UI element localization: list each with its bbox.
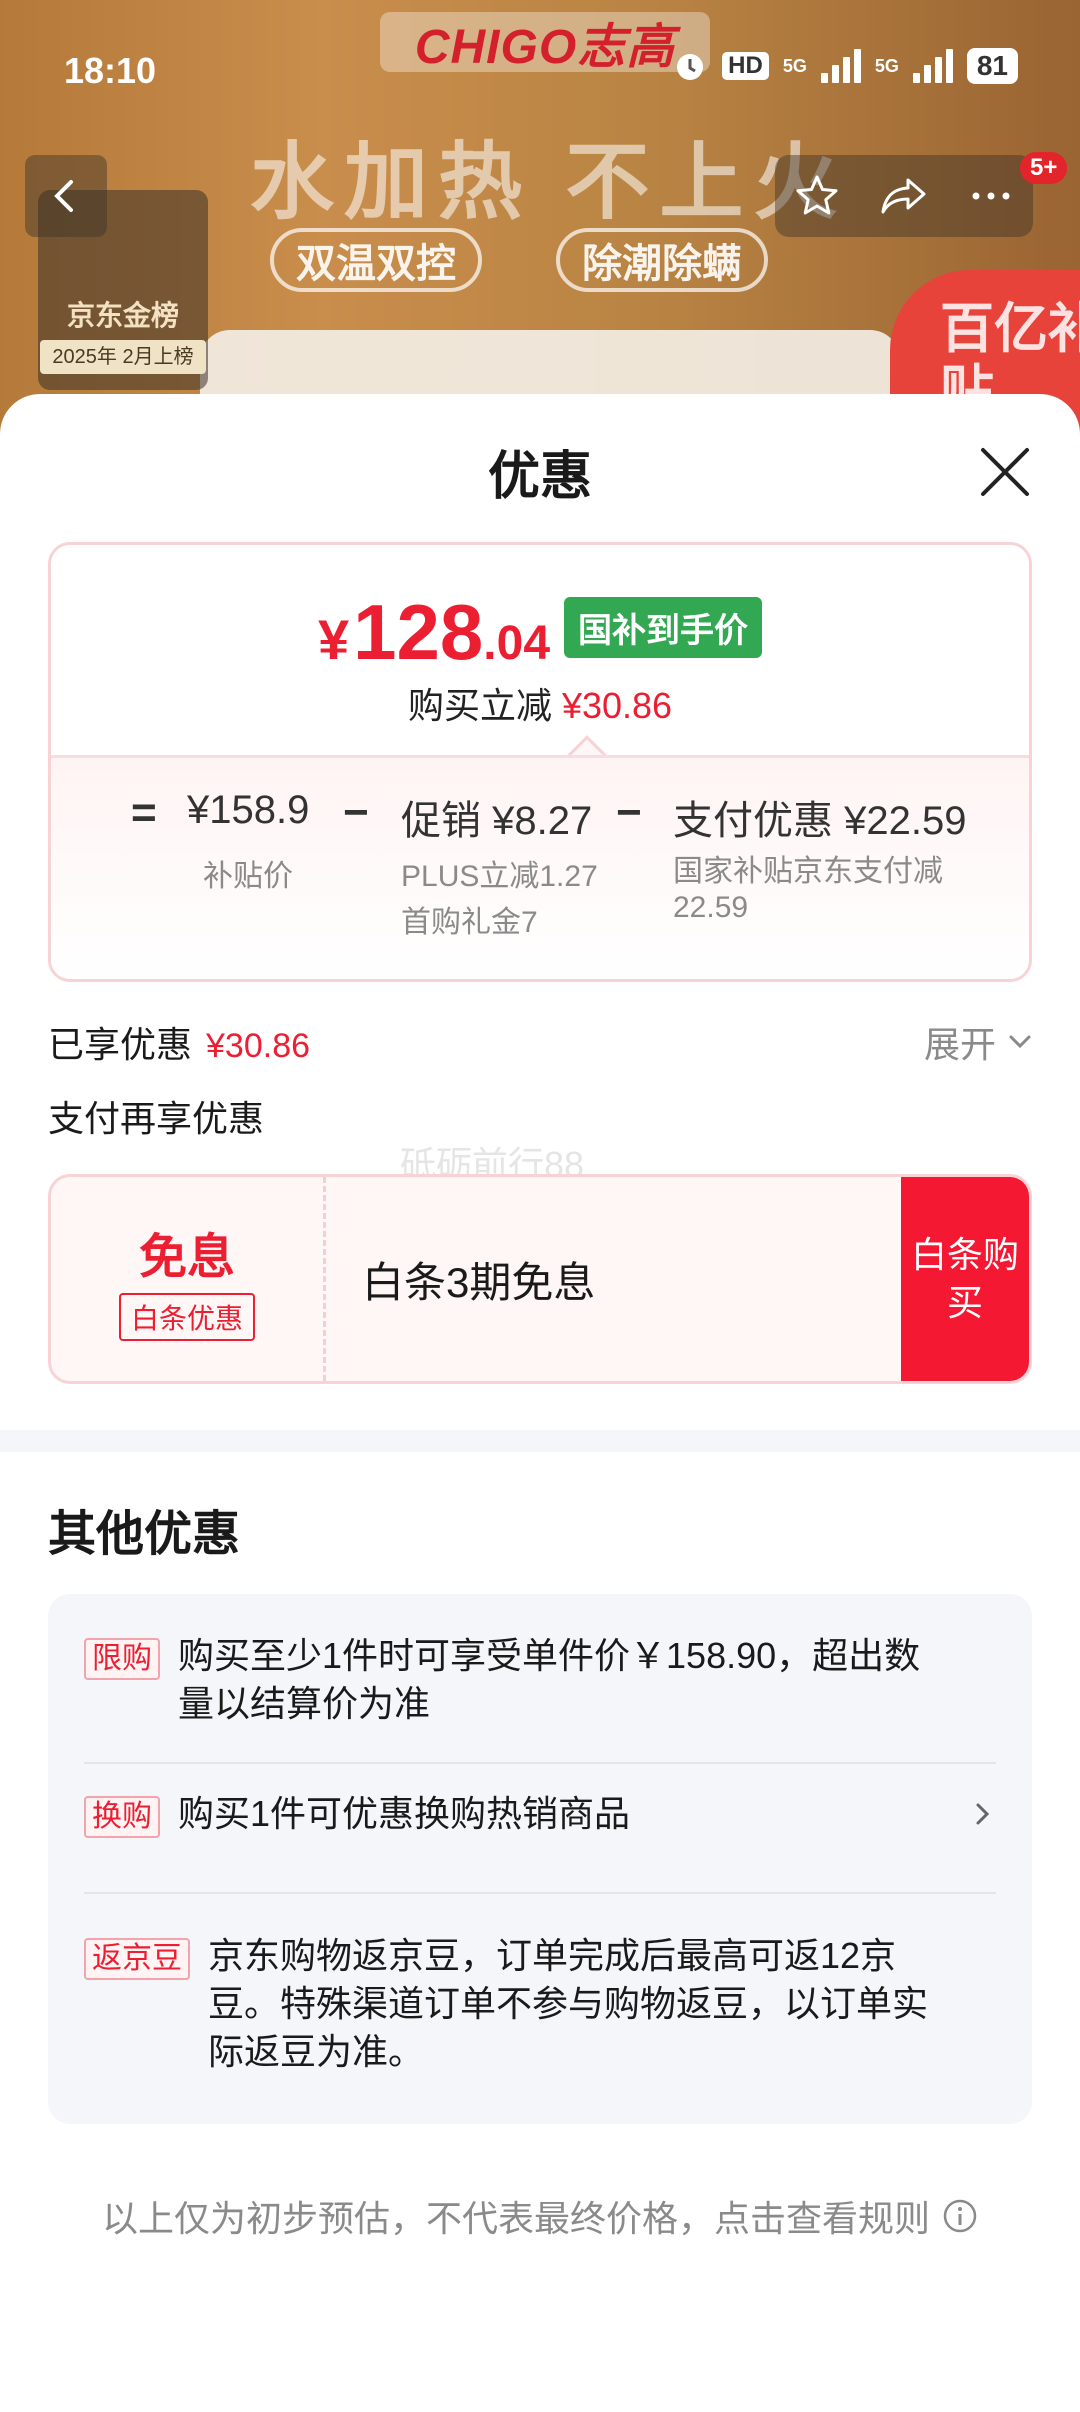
enjoyed-amount: ¥30.86 [206, 1027, 311, 1065]
promo-detail-plus: PLUS立减1.27 [401, 860, 598, 893]
offer-exchange[interactable]: 换购 购买1件可优惠换购热销商品 [84, 1790, 996, 1838]
offer-jingdou: 返京豆 京东购物返京豆，订单完成后最高可返12京豆。特殊渠道订单不参与购物返豆，… [84, 1932, 996, 2076]
close-button[interactable] [965, 432, 1045, 512]
offer-limit: 限购 购买至少1件时可享受单件价￥158.90，超出数量以结算价为准 [84, 1632, 996, 1728]
formula-equals: = [131, 788, 157, 837]
baitiao-left: 免息 白条优惠 [51, 1177, 326, 1381]
subsidy-price-tag: 国补到手价 [564, 597, 763, 658]
battery-indicator: 81 [966, 48, 1018, 84]
expand-label: 展开 [923, 1024, 996, 1065]
formula-minus-2: − [616, 788, 642, 837]
interest-free-label: 免息 [138, 1231, 235, 1284]
status-bar: 18:10 HD 5G 5G 81 [0, 0, 1080, 140]
price-integer: 128 [353, 588, 484, 676]
banner-feature-2: 除潮除螨 [556, 228, 768, 292]
offer-text: 购买至少1件时可享受单件价￥158.90，超出数量以结算价为准 [178, 1635, 921, 1724]
offer-divider [84, 1762, 996, 1764]
message-badge: 5+ [1020, 152, 1068, 184]
final-price: ¥ 128 .04 [318, 593, 550, 672]
offer-tag: 换购 [84, 1796, 160, 1838]
pay-detail: 国家补贴京东支付减22.59 [673, 855, 943, 924]
offer-text: 京东购物返京豆，订单完成后最高可返12京豆。特殊渠道订单不参与购物返豆，以订单实… [208, 1935, 929, 2072]
footnote-text: 以上仅为初步预估，不代表最终价格，点击查看规则 [101, 2198, 930, 2239]
sheet-title: 优惠 [487, 448, 592, 506]
rules-footnote[interactable]: 以上仅为初步预估，不代表最终价格，点击查看规则 [0, 2190, 1080, 2242]
alarm-icon [677, 54, 704, 80]
chevron-right-icon [976, 1803, 990, 1825]
pay-amount: ¥22.59 [844, 799, 967, 843]
formula-minus-1: − [343, 788, 369, 837]
price-decimal: .04 [483, 617, 551, 670]
share-icon[interactable] [878, 172, 930, 220]
baitiao-buy-button[interactable]: 白条购买 [901, 1177, 1029, 1381]
chevron-down-icon [1009, 1035, 1031, 1049]
close-icon [981, 448, 1029, 496]
enjoyed-label: 已享优惠 [48, 1024, 193, 1065]
final-price-row: ¥ 128 .04 国补到手价 [51, 593, 1029, 672]
promo-detail-first: 首购礼金7 [401, 906, 538, 939]
discount-sheet: 优惠 ¥ 128 .04 国补到手价 购买立减 ¥30.86 = ¥158.9 − [0, 394, 1080, 2412]
jd-gold-sub: 2025年 2月上榜 [40, 340, 206, 374]
signal-icon-1 [820, 49, 861, 83]
offer-tag: 限购 [84, 1638, 160, 1680]
formula-promo: 促销 ¥8.27 [401, 788, 592, 846]
offer-tag: 返京豆 [84, 1938, 190, 1980]
price-summary: ¥ 128 .04 国补到手价 购买立减 ¥30.86 [51, 545, 1029, 775]
base-label: 补贴价 [203, 860, 293, 893]
other-offers-box: 限购 购买至少1件时可享受单件价￥158.90，超出数量以结算价为准 换购 购买… [48, 1594, 1032, 2124]
other-offers-title: 其他优惠 [48, 1508, 241, 1561]
star-icon[interactable] [793, 172, 841, 220]
expand-button[interactable]: 展开 [924, 1016, 1034, 1068]
status-icons: HD 5G 5G 81 [672, 48, 1018, 84]
enjoyed-discount: 已享优惠 ¥30.86 [48, 1016, 310, 1068]
formula-base-amount: ¥158.9 [187, 788, 310, 832]
back-button[interactable] [25, 155, 107, 237]
baitiao-desc: 白条3期免息 [362, 1258, 596, 1306]
price-breakdown-card: ¥ 128 .04 国补到手价 购买立减 ¥30.86 = ¥158.9 − 促销… [48, 542, 1032, 982]
network-5g-1: 5G [782, 55, 807, 76]
price-currency: ¥ [317, 608, 350, 671]
promo-details: PLUS立减1.27 首购礼金7 [401, 854, 598, 946]
hd-icon: HD [722, 52, 769, 80]
banner-feature-1: 双温双控 [270, 228, 482, 292]
instant-reduce-row: 购买立减 ¥30.86 [51, 677, 1029, 729]
offer-text: 购买1件可优惠换购热销商品 [178, 1793, 631, 1834]
reduce-label: 购买立减 [407, 685, 552, 726]
promo-label: 促销 [401, 799, 481, 843]
top-action-group [775, 155, 1033, 237]
pay-again-label: 支付再享优惠 [48, 1098, 265, 1139]
promo-amount: ¥8.27 [492, 799, 593, 843]
formula-pay: 支付优惠 ¥22.59 [673, 788, 966, 846]
signal-icon-2 [912, 49, 953, 83]
baitiao-card[interactable]: 免息 白条优惠 白条3期免息 白条购买 [48, 1174, 1032, 1384]
reduce-amount: ¥30.86 [561, 685, 673, 726]
jd-gold-title: 京东金榜 [66, 300, 179, 331]
info-icon [943, 2199, 977, 2233]
status-time: 18:10 [64, 50, 157, 91]
price-formula: = ¥158.9 − 促销 ¥8.27 − 支付优惠 ¥22.59 补贴价 PL… [51, 755, 1029, 979]
chevron-left-icon [54, 180, 73, 212]
section-divider [0, 1430, 1080, 1452]
baitiao-tag: 白条优惠 [118, 1293, 255, 1341]
pay-label: 支付优惠 [673, 799, 833, 843]
network-5g-2: 5G [874, 55, 899, 76]
more-icon[interactable] [967, 172, 1015, 220]
offer-divider [84, 1892, 996, 1894]
